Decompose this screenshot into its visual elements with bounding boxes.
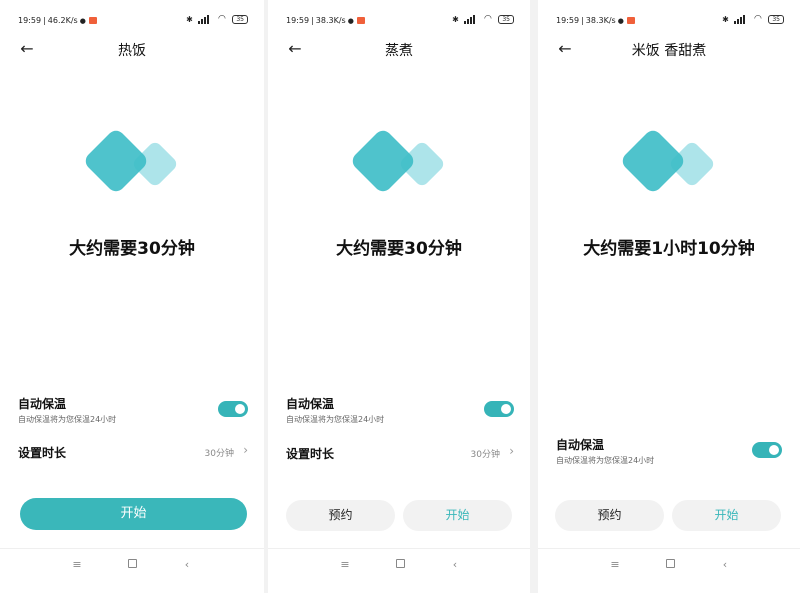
battery-icon: 35	[498, 14, 514, 24]
diamond-icon	[352, 130, 444, 192]
system-nav-bar: ≡ ‹	[538, 558, 800, 574]
screen-steam: 19:59 | 38.3K/s ● ✱ ◠ 35 ← 蒸煮 大约需要30分钟 自动保温…	[268, 0, 530, 593]
status-time: 19:59	[556, 16, 580, 25]
keep-warm-title: 自动保温	[18, 397, 67, 411]
keep-warm-title: 自动保温	[286, 397, 335, 411]
keep-warm-toggle[interactable]	[218, 401, 248, 417]
mode-illustration	[0, 125, 264, 217]
chevron-left-icon[interactable]: ‹	[718, 558, 732, 572]
signal-icon	[198, 14, 211, 24]
keep-warm-description: 自动保温将为您保温24小时	[556, 456, 655, 465]
chevron-right-icon: ›	[243, 443, 248, 457]
battery-icon: 35	[232, 14, 248, 24]
status-network-speed: 38.3K/s	[315, 16, 346, 25]
signal-icon	[464, 14, 477, 24]
cook-time-estimate: 大约需要1小时10分钟	[583, 239, 755, 259]
wifi-icon: ◠	[217, 14, 226, 24]
system-nav-bar: ≡ ‹	[0, 558, 264, 574]
top-nav: ← 米饭 香甜煮	[538, 38, 800, 60]
diamond-icon	[85, 130, 177, 192]
bluetooth-icon: ✱	[452, 14, 459, 24]
mode-illustration	[538, 125, 800, 217]
home-icon[interactable]	[393, 558, 407, 572]
status-network-speed: 46.2K/s	[47, 16, 78, 25]
status-bar: 19:59 | 38.3K/s ● ✱ ◠ 35	[268, 12, 530, 30]
status-network-speed: 38.3K/s	[585, 16, 616, 25]
top-nav: ← 蒸煮	[268, 38, 530, 60]
cook-time-estimate: 大约需要30分钟	[336, 239, 462, 259]
duration-label: 设置时长	[18, 446, 67, 460]
menu-icon[interactable]: ≡	[338, 558, 352, 572]
keep-warm-row: 自动保温 自动保温将为您保温24小时	[18, 395, 248, 425]
start-button[interactable]: 开始	[672, 500, 781, 531]
screen-reheat: 19:59 | 46.2K/s ● ✱ ◠ 35 ← 热饭 大约需要30分钟 自动保温…	[0, 0, 264, 593]
page-title: 热饭	[118, 43, 146, 59]
start-button[interactable]: 开始	[403, 500, 512, 531]
keep-warm-description: 自动保温将为您保温24小时	[18, 415, 117, 424]
message-icon: ●	[617, 17, 624, 25]
toggle-knob	[235, 404, 245, 414]
bluetooth-icon: ✱	[722, 14, 729, 24]
screen-rice-sweet: 19:59 | 38.3K/s ● ✱ ◠ 35 ← 米饭 香甜煮 大约需要1小时10…	[538, 0, 800, 593]
chevron-left-icon[interactable]: ‹	[448, 558, 462, 572]
diamond-icon	[622, 130, 714, 192]
app-notification-icon	[356, 17, 365, 24]
reserve-button[interactable]: 预约	[286, 500, 395, 531]
keep-warm-description: 自动保温将为您保温24小时	[286, 415, 385, 424]
page-title: 蒸煮	[385, 43, 413, 59]
duration-row[interactable]: 设置时长 30分钟 ›	[286, 443, 514, 461]
message-icon: ●	[79, 17, 86, 25]
divider	[538, 548, 800, 549]
home-icon[interactable]	[663, 558, 677, 572]
wifi-icon: ◠	[753, 14, 762, 24]
home-icon[interactable]	[125, 558, 139, 572]
wifi-icon: ◠	[483, 14, 492, 24]
system-nav-bar: ≡ ‹	[268, 558, 530, 574]
signal-icon	[734, 14, 747, 24]
toggle-knob	[769, 445, 779, 455]
status-bar: 19:59 | 38.3K/s ● ✱ ◠ 35	[538, 12, 800, 30]
start-button[interactable]: 开始	[20, 498, 247, 530]
keep-warm-row: 自动保温 自动保温将为您保温24小时	[286, 395, 514, 425]
page-title: 米饭 香甜煮	[631, 43, 707, 59]
mode-illustration	[268, 125, 530, 217]
message-icon: ●	[347, 17, 354, 25]
app-notification-icon	[626, 17, 635, 24]
status-time: 19:59	[18, 16, 42, 25]
bluetooth-icon: ✱	[186, 14, 193, 24]
duration-value: 30分钟	[204, 449, 234, 459]
status-time: 19:59	[286, 16, 310, 25]
duration-value: 30分钟	[470, 450, 500, 460]
keep-warm-title: 自动保温	[556, 438, 605, 452]
keep-warm-row: 自动保温 自动保温将为您保温24小时	[556, 436, 782, 466]
toggle-knob	[501, 404, 511, 414]
chevron-left-icon[interactable]: ‹	[180, 558, 194, 572]
menu-icon[interactable]: ≡	[70, 558, 84, 572]
chevron-right-icon: ›	[509, 444, 514, 458]
app-notification-icon	[88, 17, 97, 24]
keep-warm-toggle[interactable]	[752, 442, 782, 458]
status-bar: 19:59 | 46.2K/s ● ✱ ◠ 35	[0, 12, 264, 30]
cook-time-estimate: 大约需要30分钟	[69, 239, 195, 259]
battery-icon: 35	[768, 14, 784, 24]
duration-label: 设置时长	[286, 447, 335, 461]
duration-row[interactable]: 设置时长 30分钟 ›	[18, 442, 248, 460]
keep-warm-toggle[interactable]	[484, 401, 514, 417]
divider	[0, 548, 264, 549]
top-nav: ← 热饭	[0, 38, 264, 60]
divider	[268, 548, 530, 549]
reserve-button[interactable]: 预约	[555, 500, 664, 531]
menu-icon[interactable]: ≡	[608, 558, 622, 572]
